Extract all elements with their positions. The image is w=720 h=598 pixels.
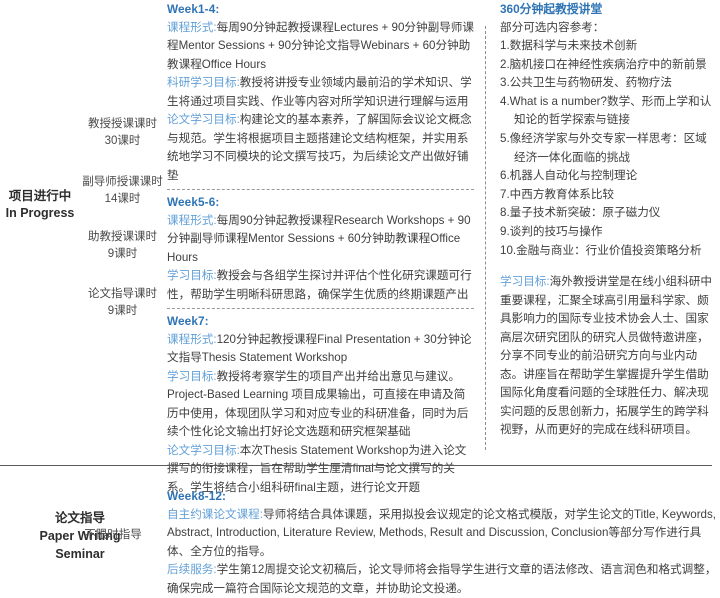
- weeks-column: Week1-4: 课程形式:每周90分钟起教授课程Lectures + 90分钟…: [167, 0, 474, 497]
- paragraph-text: 学生第12周提交论文初稿后，论文导师将会指导学生进行文章的语法修改、语言润色和格…: [167, 563, 717, 595]
- stage-label-en: In Progress: [5, 206, 75, 220]
- week-title: Week7:: [167, 314, 209, 328]
- hours-amount: 30课时: [104, 135, 141, 147]
- list-item: 2.脑机接口在神经性疾病治疗中的新前景: [500, 57, 707, 71]
- dotted-divider: [167, 189, 474, 190]
- week-paragraph: 后续服务:学生第12周提交论文初稿后，论文导师将会指导学生进行文章的语法修改、语…: [167, 561, 717, 598]
- list-item: 6.机器人自动化与控制理论: [500, 169, 638, 183]
- list-item: 4.What is a number?数学、形而上学和认知论的哲学探索与链接: [500, 94, 712, 127]
- list-item: 5.像经济学家与外交专家一样思考：区域经济一体化面临的挑战: [500, 131, 707, 164]
- list-item: 10.金融与商业：行业价值投资策略分析: [500, 243, 702, 257]
- paragraph-label: 课程形式:: [167, 20, 217, 34]
- hours-item-paper-writing: 不限时指导: [84, 529, 142, 541]
- hours-amount: 9课时: [107, 305, 138, 317]
- paragraph-label: 学习目标:: [167, 269, 217, 282]
- list-item: 9.谈判的技巧与操作: [500, 224, 603, 238]
- lecture-panel-title: 360分钟起教授讲堂: [500, 2, 603, 16]
- section-in-progress: 项目进行中 In Progress 教授授课课时 30课时 副导师授课课时 14…: [0, 0, 720, 494]
- week-paragraph: 学习目标:教授会与各组学生探讨并评估个性化研究课题可行性，帮助学生明晰科研思路，…: [167, 267, 474, 304]
- hours-role: 教授授课课时: [88, 118, 157, 130]
- week-paragraph: 自主约课论文课程:导师将结合具体课题，采用拟投会议规定的论文格式模版，对学生论文…: [167, 506, 717, 562]
- stage-label-in-progress: 项目进行中 In Progress: [0, 188, 80, 222]
- stage-label-zh: 论文指导: [54, 511, 105, 525]
- hours-item: 副导师授课课时 14课时: [80, 174, 165, 208]
- week-paragraph: 课程形式:每周90分钟起教授课程Lectures + 90分钟副导师课程Ment…: [167, 19, 474, 75]
- week-block-4: Week8-12: 自主约课论文课程:导师将结合具体课题，采用拟投会议规定的论文…: [167, 487, 717, 598]
- week-title: Week8-12:: [167, 489, 227, 503]
- week-paragraph: 学习目标:教授将考察学生的项目产出并给出意见与建议。Project-Based …: [167, 368, 474, 442]
- paragraph-label: 课程形式:: [167, 213, 217, 227]
- hours-role: 副导师授课课时: [82, 176, 163, 188]
- paragraph-label: 学习目标:: [167, 369, 217, 383]
- hours-item: 助教授课课时 9课时: [80, 229, 165, 263]
- stage-label-en-line2: Seminar: [55, 547, 105, 561]
- list-item: 7.中西方教育体系比较: [500, 187, 615, 201]
- week-paragraph: 课程形式:每周90分钟起教授课程Research Workshops + 90分…: [167, 212, 474, 268]
- week-paragraph: 课程形式:120分钟起教授课程Final Presentation + 30分钟…: [167, 331, 474, 368]
- stage-label-zh: 项目进行中: [8, 189, 72, 203]
- lecture-panel-subtitle: 部分可选内容参考：: [500, 20, 605, 34]
- hours-amount: 9课时: [107, 248, 138, 260]
- lecture-panel-goal: 学习目标:海外教授讲堂是在线小组科研中重要课程，汇聚全球高引用量科学家、颇具影响…: [500, 273, 715, 440]
- week-block-1: Week1-4: 课程形式:每周90分钟起教授课程Lectures + 90分钟…: [167, 0, 474, 185]
- week-block-2: Week5-6: 课程形式:每周90分钟起教授课程Research Worksh…: [167, 193, 474, 304]
- week-paragraph: 论文学习目标:构建论文的基本素养，了解国际会议论文概念与规范。学生将根据项目主题…: [167, 111, 474, 185]
- dotted-divider: [167, 308, 474, 309]
- course-schedule-page: 项目进行中 In Progress 教授授课课时 30课时 副导师授课课时 14…: [0, 0, 720, 595]
- lecture-panel: 360分钟起教授讲堂 部分可选内容参考： 1.数据科学与未来技术创新 2.脑机接…: [500, 0, 715, 440]
- paragraph-text: 海外教授讲堂是在线小组科研中重要课程，汇聚全球高引用量科学家、颇具影响力的国际专…: [500, 275, 712, 437]
- hours-role: 助教授课课时: [88, 231, 157, 243]
- paragraph-label: 论文学习目标:: [167, 113, 240, 126]
- week-title: Week1-4:: [167, 2, 220, 16]
- paragraph-label: 科研学习目标:: [167, 76, 240, 89]
- paragraph-label: 论文学习目标:: [167, 443, 240, 457]
- hours-role: 论文指导课时: [88, 288, 157, 300]
- hours-amount: 14课时: [104, 193, 141, 205]
- week-title: Week5-6:: [167, 195, 220, 209]
- week-paragraph: 科研学习目标:教授将讲授专业领域内最前沿的学术知识、学生将通过项目实践、作业等内…: [167, 74, 474, 111]
- paragraph-label: 自主约课论文课程:: [167, 507, 263, 521]
- list-item: 1.数据科学与未来技术创新: [500, 39, 638, 52]
- list-item: 8.量子技术新突破：原子磁力仪: [500, 206, 661, 220]
- hours-item: 论文指导课时 9课时: [80, 286, 165, 320]
- paragraph-label: 课程形式:: [167, 332, 217, 346]
- lecture-topic-list: 1.数据科学与未来技术创新 2.脑机接口在神经性疾病治疗中的新前景 3.公共卫生…: [500, 37, 715, 260]
- list-item: 3.公共卫生与药物研发、药物疗法: [500, 76, 672, 90]
- vertical-dotted-divider: [485, 26, 486, 450]
- paragraph-label: 学习目标:: [500, 275, 550, 289]
- hours-item: 教授授课课时 30课时: [80, 116, 165, 150]
- hours-column: 教授授课课时 30课时 副导师授课课时 14课时 助教授课课时 9课时 论文指导…: [80, 0, 165, 465]
